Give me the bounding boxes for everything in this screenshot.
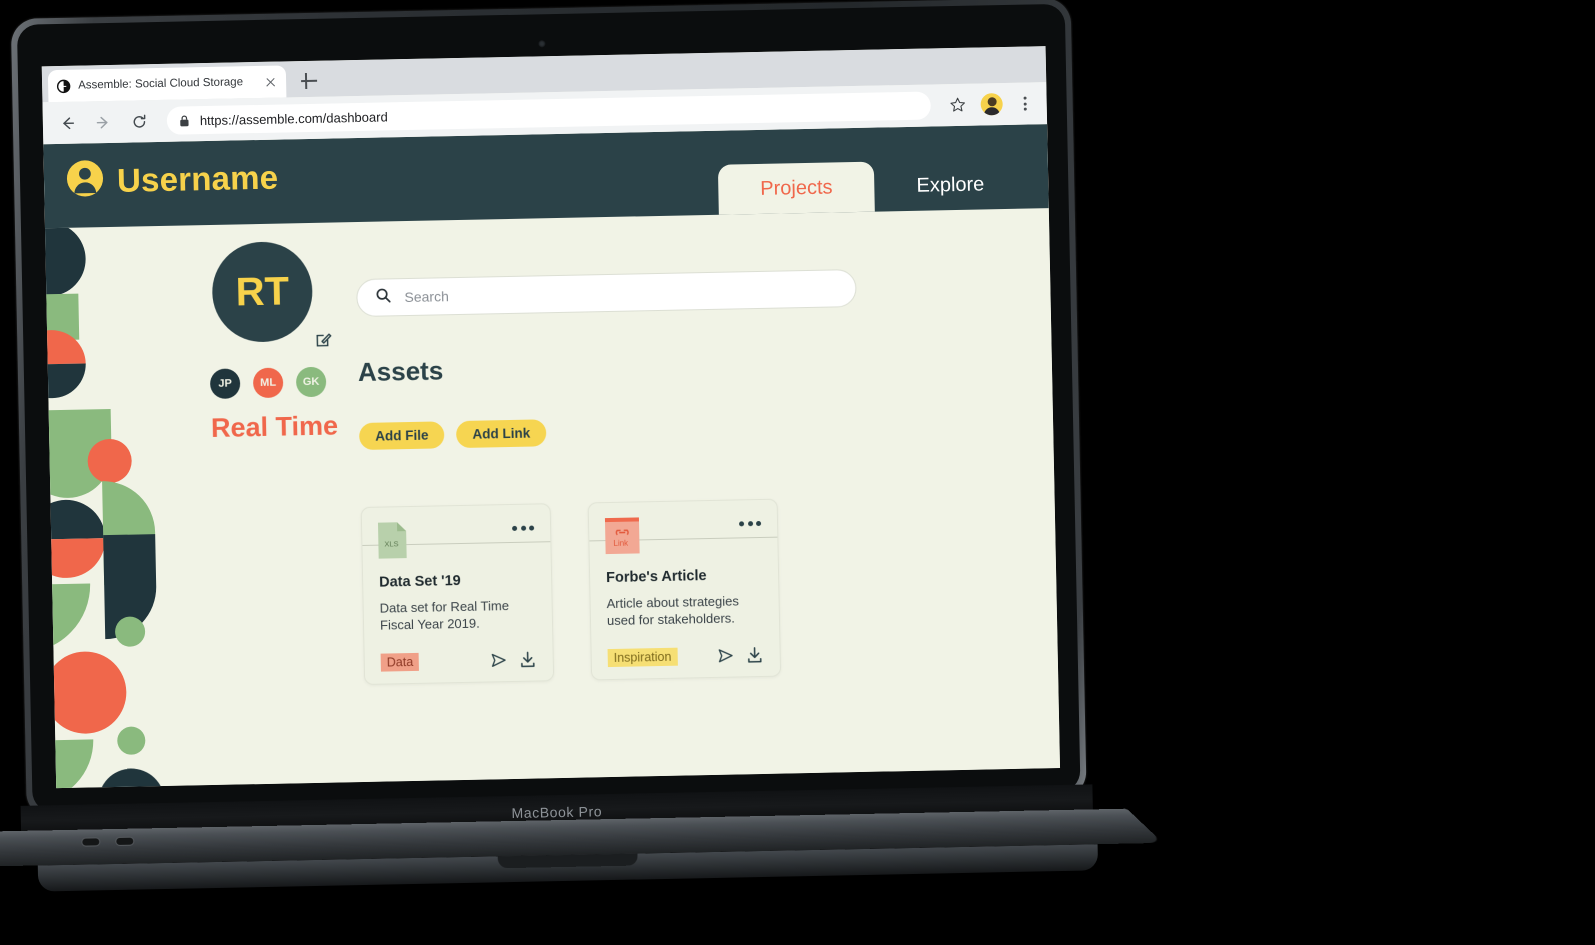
star-icon[interactable] [946, 94, 968, 116]
app-nav-tabs: Projects Explore [717, 125, 1027, 215]
screen-viewport: Assemble: Social Cloud Storage https://a… [41, 46, 1061, 789]
card-footer: Data [380, 650, 537, 672]
card-actions [717, 646, 764, 665]
tab-explore[interactable]: Explore [874, 159, 1027, 212]
brand: Username [66, 156, 279, 203]
add-link-button[interactable]: Add Link [456, 419, 547, 449]
back-arrow-icon[interactable] [55, 111, 79, 135]
user-avatar-icon [66, 159, 105, 203]
project-identity: RT JP ML GK Real Time [205, 239, 419, 444]
more-options-icon[interactable] [512, 525, 535, 531]
laptop-lid: Assemble: Social Cloud Storage https://a… [10, 0, 1087, 819]
forward-arrow-icon[interactable] [91, 110, 115, 134]
card-description: Article about strategies used for stakeh… [606, 593, 739, 629]
browser-tab[interactable]: Assemble: Social Cloud Storage [47, 65, 287, 103]
asset-actions: Add File Add Link [358, 409, 1033, 451]
profile-avatar-icon[interactable] [980, 93, 1003, 116]
url-text: https://assemble.com/dashboard [199, 108, 388, 128]
reload-icon[interactable] [127, 109, 151, 133]
card-title: Data Set '19 [379, 573, 461, 591]
usb-c-port-icon [81, 837, 101, 847]
download-icon[interactable] [519, 650, 537, 668]
share-icon[interactable] [717, 646, 735, 664]
project-title: Real Time [210, 410, 339, 443]
member-avatar[interactable]: JP [209, 368, 241, 400]
asset-card[interactable]: XLS Data Set '19 Data set for Real Time … [360, 503, 555, 685]
card-description: Data set for Real Time Fiscal Year 2019. [379, 598, 510, 633]
asset-card[interactable]: Link Forbe's Article Article about strat… [587, 498, 782, 680]
svg-text:Link: Link [613, 539, 629, 548]
screenshot-stage: Assemble: Social Cloud Storage https://a… [0, 0, 1595, 945]
webcam-icon [537, 40, 545, 48]
download-icon[interactable] [746, 646, 764, 664]
card-title: Forbe's Article [605, 568, 707, 587]
browser-tab-title: Assemble: Social Cloud Storage [78, 76, 244, 92]
lock-icon [179, 114, 190, 127]
plus-icon[interactable] [298, 70, 320, 92]
svg-text:XLS: XLS [384, 539, 398, 548]
main-column: Search Assets Add File Add Link XLS Data… [355, 219, 1038, 685]
member-avatar[interactable]: ML [252, 367, 284, 399]
card-actions [490, 650, 537, 669]
member-avatar[interactable]: GK [295, 366, 327, 398]
app-content: RT JP ML GK Real Time Search Assets Add … [195, 208, 1060, 785]
decorative-pattern [44, 225, 206, 789]
status-badge: Data [380, 652, 420, 672]
kebab-menu-icon[interactable] [1014, 92, 1034, 114]
tab-projects[interactable]: Projects [717, 161, 876, 215]
assemble-app: Username Projects Explore RT JP ML GK Re… [43, 124, 1061, 789]
more-options-icon[interactable] [739, 520, 762, 527]
edit-pencil-icon[interactable] [313, 329, 333, 349]
section-title: Assets [357, 355, 444, 388]
card-header: Link [589, 514, 778, 559]
link-icon: Link [604, 517, 640, 559]
macbook-pro-device: Assemble: Social Cloud Storage https://a… [0, 0, 1163, 945]
asset-card-list: XLS Data Set '19 Data set for Real Time … [360, 493, 1038, 685]
usb-c-port-icon [115, 836, 135, 846]
search-input[interactable]: Search [356, 269, 857, 318]
xls-file-icon: XLS [377, 522, 407, 564]
username-label: Username [116, 158, 279, 199]
close-icon[interactable] [263, 74, 278, 89]
status-badge: Inspiration [607, 647, 678, 667]
card-footer: Inspiration [607, 646, 764, 667]
share-icon[interactable] [490, 651, 508, 669]
project-avatar: RT [211, 240, 314, 343]
project-members: JP ML GK [209, 365, 419, 400]
card-header: XLS [362, 519, 551, 564]
assemble-logo-icon [56, 78, 71, 93]
